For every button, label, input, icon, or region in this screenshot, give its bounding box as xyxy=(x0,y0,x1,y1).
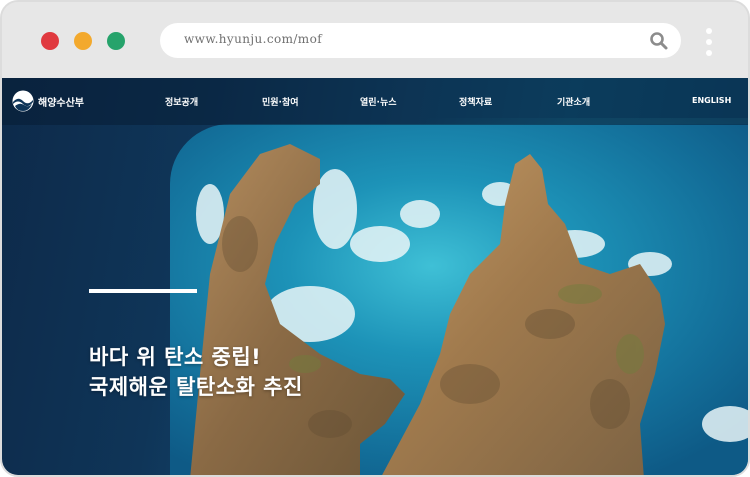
nav-item-about[interactable]: 기관소개 xyxy=(557,95,590,108)
nav-item-policy[interactable]: 정책자료 xyxy=(459,95,492,108)
close-window-button[interactable] xyxy=(41,32,59,50)
nav-item-civil[interactable]: 민원·참여 xyxy=(262,95,299,108)
ministry-name[interactable]: 해양수산부 xyxy=(38,94,84,109)
nav-item-news[interactable]: 열린·뉴스 xyxy=(360,95,397,108)
nav-item-info[interactable]: 정보공개 xyxy=(165,95,198,108)
minimize-window-button[interactable] xyxy=(74,32,92,50)
url-text: www.hyunju.com/mof xyxy=(184,32,323,46)
more-options-icon[interactable] xyxy=(705,28,713,56)
browser-toolbar: www.hyunju.com/mof xyxy=(2,2,748,78)
site-navbar: 해양수산부 정보공개 민원·참여 열린·뉴스 정책자료 기관소개 ENGLISH xyxy=(2,78,748,125)
hero-headline-line-1: 바다 위 탄소 중립! xyxy=(89,345,262,369)
browser-window: www.hyunju.com/mof 해양수산부 정보공개 민원·참여 열린·뉴… xyxy=(0,0,750,477)
hero-coastline-image xyxy=(170,124,748,475)
address-bar[interactable]: www.hyunju.com/mof xyxy=(160,23,681,58)
ministry-logo-icon[interactable] xyxy=(12,90,34,112)
maximize-window-button[interactable] xyxy=(107,32,125,50)
search-icon[interactable] xyxy=(649,31,669,51)
english-link[interactable]: ENGLISH xyxy=(692,96,731,105)
web-page: 해양수산부 정보공개 민원·참여 열린·뉴스 정책자료 기관소개 ENGLISH… xyxy=(2,78,748,475)
hero-headline-line-2: 국제해운 탈탄소화 추진 xyxy=(89,375,303,399)
hero-divider xyxy=(89,289,197,293)
